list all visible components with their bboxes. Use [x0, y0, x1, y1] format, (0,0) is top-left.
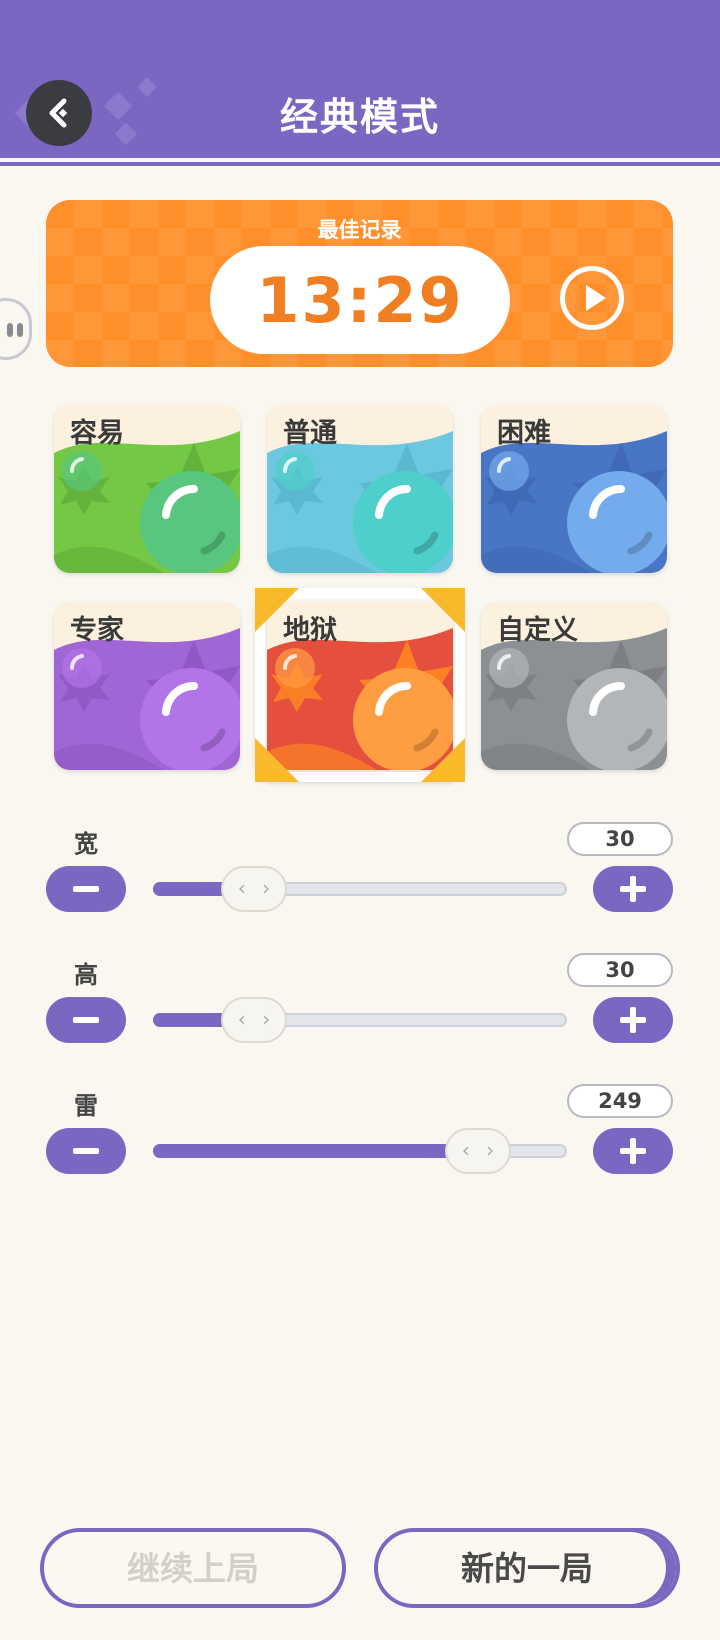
difficulty-tile-3[interactable]: 专家	[54, 602, 240, 770]
difficulty-label: 自定义	[497, 615, 578, 646]
slider-thumb[interactable]: ‹ ›	[221, 997, 287, 1043]
slider-label: 高	[74, 961, 98, 989]
best-record-label: 最佳记录	[317, 218, 402, 242]
slider-track[interactable]: ‹ ›	[153, 1128, 567, 1174]
handle-eye	[17, 323, 23, 337]
best-record-pill: 13:29	[210, 246, 510, 354]
side-drawer-handle[interactable]	[0, 298, 32, 360]
slider-value: 30	[567, 822, 673, 856]
slider-value: 249	[567, 1084, 673, 1118]
continue-game-button[interactable]: 继续上局	[40, 1528, 346, 1608]
difficulty-label: 专家	[70, 615, 124, 646]
page-title: 经典模式	[279, 95, 440, 139]
difficulty-label: 普通	[283, 418, 337, 449]
best-record-time: 13:29	[256, 263, 464, 337]
plus-icon-vertical	[630, 1007, 636, 1033]
slider-track[interactable]: ‹ ›	[153, 866, 567, 912]
replay-play-button[interactable]	[560, 266, 624, 330]
selection-corner	[421, 588, 465, 632]
decrease-button[interactable]	[46, 1128, 126, 1174]
plus-icon-vertical	[630, 1138, 636, 1164]
new-game-button[interactable]: 新的一局	[374, 1528, 680, 1608]
slider-track[interactable]: ‹ ›	[153, 997, 567, 1043]
increase-button[interactable]	[593, 1128, 673, 1174]
difficulty-tile-5[interactable]: 自定义	[481, 602, 667, 770]
difficulty-tile-0[interactable]: 容易	[54, 405, 240, 573]
difficulty-tile-2[interactable]: 困难	[481, 405, 667, 573]
decrease-button[interactable]	[46, 997, 126, 1043]
difficulty-label: 困难	[497, 418, 551, 449]
handle-eye	[7, 323, 13, 337]
play-icon	[586, 285, 606, 311]
slider-thumb[interactable]: ‹ ›	[445, 1128, 511, 1174]
selected-tile-frame	[255, 588, 465, 782]
increase-button[interactable]	[593, 997, 673, 1043]
slider-label: 雷	[74, 1092, 98, 1120]
slider-label: 宽	[74, 830, 98, 858]
difficulty-label: 容易	[70, 418, 124, 449]
plus-icon-vertical	[630, 876, 636, 902]
slider-value: 30	[567, 953, 673, 987]
selection-corner	[421, 738, 465, 782]
header-divider-line	[0, 162, 720, 166]
selection-corner	[255, 738, 299, 782]
slider-fill	[153, 1144, 478, 1158]
minus-icon	[73, 1148, 99, 1154]
difficulty-tile-1[interactable]: 普通	[267, 405, 453, 573]
selection-corner	[255, 588, 299, 632]
minus-icon	[73, 886, 99, 892]
decrease-button[interactable]	[46, 866, 126, 912]
minus-icon	[73, 1017, 99, 1023]
slider-thumb[interactable]: ‹ ›	[221, 866, 287, 912]
increase-button[interactable]	[593, 866, 673, 912]
best-record-card: 最佳记录 13:29	[46, 200, 673, 367]
